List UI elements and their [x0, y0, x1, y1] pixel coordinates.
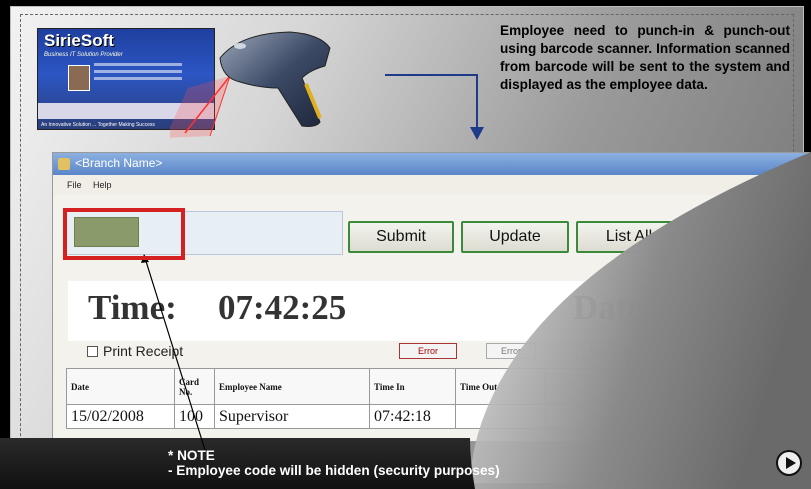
note-heading: * NOTE: [168, 448, 215, 463]
time-value: 07:42:25: [218, 288, 347, 327]
date-label: Date:: [573, 288, 655, 327]
print-receipt-label: Print Receipt: [103, 343, 184, 359]
update-button[interactable]: Update: [461, 221, 569, 253]
col-employee-name: Employee Name: [214, 368, 370, 405]
checkbox-box[interactable]: [87, 346, 98, 357]
barcode-scanner-icon: [170, 31, 331, 138]
note-text: - Employee code will be hidden (security…: [168, 463, 500, 478]
time-label: Time:: [88, 288, 177, 327]
list-all-button[interactable]: List All: [576, 221, 682, 253]
slide: SirieSoft Business IT Solution Provider …: [0, 0, 811, 489]
feature-description: Employee need to punch-in & punch-out us…: [500, 23, 790, 92]
cell-time-in: 07:42:18: [369, 404, 456, 429]
col-time-out: Time Out: [455, 368, 546, 405]
submit-button[interactable]: Submit: [348, 221, 454, 253]
print-receipt-checkbox[interactable]: Print Receipt: [87, 343, 183, 359]
app-window: <Branch Name> File Help Submit Update Li…: [52, 152, 810, 442]
note: * NOTE - Employee code will be hidden (s…: [168, 448, 500, 478]
error-indicator-3: Err: [576, 343, 616, 359]
play-icon[interactable]: [776, 450, 802, 476]
cell-card-no: 100: [174, 404, 215, 429]
col-card-no: Card No.: [174, 368, 215, 405]
logo-footer: An Innovative Solution ... Together Maki…: [41, 122, 155, 128]
cell-filler: [545, 404, 786, 429]
error-indicator-2: Error: [486, 343, 536, 359]
cell-date: 15/02/2008: [66, 404, 175, 429]
grid-header-row: Date Card No. Employee Name Time In Time…: [66, 368, 786, 405]
hidden-code-highlight: [63, 208, 185, 260]
col-time-in: Time In: [369, 368, 456, 405]
menu-bar: File Help: [53, 175, 809, 195]
logo-brand: SirieSoft: [44, 31, 114, 50]
cell-employee-name: Supervisor: [214, 404, 370, 429]
app-window-icon: [58, 158, 70, 170]
employee-photo: [68, 65, 90, 91]
col-filler: [545, 368, 786, 405]
window-title: <Branch Name>: [75, 156, 163, 170]
table-row[interactable]: 15/02/2008 100 Supervisor 07:42:18: [66, 404, 786, 429]
col-date: Date: [66, 368, 175, 405]
cell-time-out: [455, 404, 546, 429]
logo-tagline: Business IT Solution Provider: [44, 52, 123, 58]
date-picker[interactable]: Frid: [691, 237, 791, 259]
error-indicator-1: Error: [399, 343, 457, 359]
menu-help[interactable]: Help: [93, 180, 112, 190]
attendance-grid: Date Card No. Employee Name Time In Time…: [66, 368, 786, 429]
menu-file[interactable]: File: [67, 180, 82, 190]
window-titlebar: <Branch Name>: [53, 153, 809, 175]
